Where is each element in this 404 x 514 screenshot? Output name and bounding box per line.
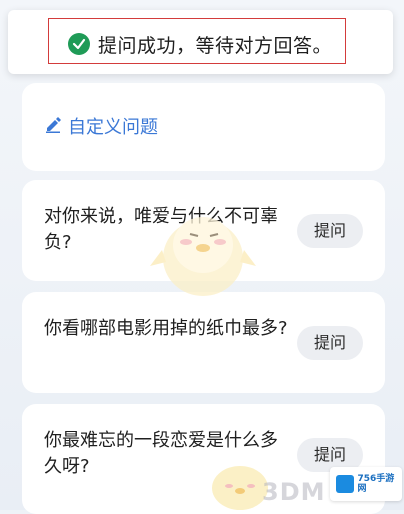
toast-content: 提问成功，等待对方回答。: [68, 30, 332, 58]
watermark-site: 756手游网: [357, 474, 395, 494]
custom-question-label: 自定义问题: [68, 117, 158, 138]
edit-icon: [44, 115, 62, 138]
custom-question-card[interactable]: 自定义问题: [22, 83, 385, 171]
ask-button[interactable]: 提问: [297, 326, 363, 360]
watermark-756: 756手游网: [330, 467, 402, 501]
check-circle-icon: [68, 33, 90, 55]
question-text: 你看哪部电影用掉的纸巾最多?: [44, 318, 288, 339]
watermark-3dm: 3DM: [262, 478, 326, 506]
question-card: 你看哪部电影用掉的纸巾最多? 提问: [22, 292, 385, 393]
custom-question-link[interactable]: 自定义问题: [44, 113, 158, 139]
ask-button[interactable]: 提问: [297, 214, 363, 248]
watermark-logo-icon: [336, 475, 354, 493]
toast-message: 提问成功，等待对方回答。: [98, 34, 333, 57]
mascot-sticker: [148, 200, 258, 304]
